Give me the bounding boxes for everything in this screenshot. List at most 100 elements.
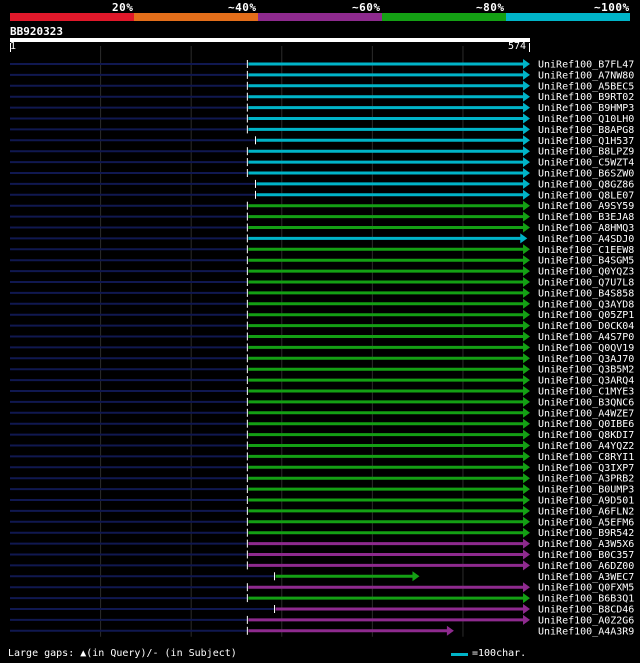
hit-label[interactable]: UniRef100_Q0YQZ3 [538, 267, 634, 278]
hit-row[interactable]: UniRef100_A7NW80 [10, 69, 634, 82]
hit-row[interactable]: UniRef100_Q0YQZ3 [10, 266, 634, 278]
hit-row[interactable]: UniRef100_C5WZT4 [10, 157, 634, 169]
hit-label[interactable]: UniRef100_B0UMP3 [538, 485, 634, 496]
hit-row[interactable]: UniRef100_Q05ZP1 [10, 309, 634, 322]
hit-row[interactable]: UniRef100_B6B3Q1 [10, 593, 634, 605]
hit-label[interactable]: UniRef100_B3EJA8 [538, 212, 634, 223]
hit-label[interactable]: UniRef100_A9SY59 [538, 201, 634, 212]
hit-row[interactable]: UniRef100_Q7U7L8 [10, 277, 634, 289]
hit-label[interactable]: UniRef100_Q05ZP1 [538, 310, 634, 321]
hit-label[interactable]: UniRef100_A3W5X6 [538, 539, 634, 550]
hit-label[interactable]: UniRef100_Q8GZ86 [538, 179, 634, 190]
hit-label[interactable]: UniRef100_A0Z2G6 [538, 615, 634, 626]
hit-row[interactable]: UniRef100_D0CK04 [10, 320, 634, 333]
hit-label[interactable]: UniRef100_Q8KDI7 [538, 430, 634, 441]
hit-row[interactable]: UniRef100_A4A3R9 [10, 625, 634, 638]
hit-row[interactable]: UniRef100_A9D501 [10, 495, 634, 507]
hit-label[interactable]: UniRef100_A3WEC7 [538, 572, 634, 583]
hit-label[interactable]: UniRef100_A7NW80 [538, 70, 634, 81]
hit-label[interactable]: UniRef100_C8RYI1 [538, 452, 634, 463]
hit-row[interactable]: UniRef100_C1EEW8 [10, 244, 634, 256]
hit-row[interactable]: UniRef100_A5BEC5 [10, 80, 634, 93]
hit-label[interactable]: UniRef100_Q3B5M2 [538, 365, 634, 376]
hit-label[interactable]: UniRef100_A4S7P0 [538, 332, 634, 343]
hit-row[interactable]: UniRef100_Q0FXM5 [10, 582, 634, 594]
hit-row[interactable]: UniRef100_B8LPZ9 [10, 146, 634, 158]
hit-label[interactable]: UniRef100_B0C357 [538, 550, 634, 561]
hit-label[interactable]: UniRef100_B9RT02 [538, 92, 634, 103]
hit-row[interactable]: UniRef100_A4YQZ2 [10, 440, 634, 453]
hit-row[interactable]: UniRef100_A4WZE7 [10, 407, 634, 420]
hit-label[interactable]: UniRef100_C5WZT4 [538, 158, 634, 169]
hit-row[interactable]: UniRef100_C8RYI1 [10, 451, 634, 463]
hit-label[interactable]: UniRef100_B4SGM5 [538, 256, 634, 267]
hit-label[interactable]: UniRef100_Q10LH0 [538, 114, 634, 125]
hit-label[interactable]: UniRef100_A6DZ00 [538, 561, 634, 572]
hit-label[interactable]: UniRef100_B6SZW0 [538, 169, 634, 180]
hit-label[interactable]: UniRef100_Q7U7L8 [538, 278, 634, 289]
hit-label[interactable]: UniRef100_D0CK04 [538, 321, 634, 332]
hit-label[interactable]: UniRef100_B3QNC6 [538, 397, 634, 408]
hit-row[interactable]: UniRef100_B9RT02 [10, 91, 634, 104]
hit-row[interactable]: UniRef100_B9R542 [10, 527, 634, 540]
hit-label[interactable]: UniRef100_A8HMQ3 [538, 223, 634, 234]
hit-label[interactable]: UniRef100_Q3ARQ4 [538, 376, 634, 387]
hit-row[interactable]: UniRef100_Q8LE07 [10, 189, 634, 202]
hit-label[interactable]: UniRef100_A5EFM6 [538, 517, 634, 528]
hit-label[interactable]: UniRef100_B8LPZ9 [538, 147, 634, 158]
hit-label[interactable]: UniRef100_B8APG8 [538, 125, 634, 136]
hit-label[interactable]: UniRef100_A5BEC5 [538, 81, 634, 92]
hit-label[interactable]: UniRef100_A4WZE7 [538, 408, 634, 419]
hit-row[interactable]: UniRef100_B9HMP3 [10, 102, 634, 115]
hit-label[interactable]: UniRef100_Q8LE07 [538, 190, 634, 201]
hit-row[interactable]: UniRef100_A4SDJ0 [10, 233, 634, 245]
hit-row[interactable]: UniRef100_Q3IXP7 [10, 462, 634, 474]
hit-row[interactable]: UniRef100_C1MYE3 [10, 386, 634, 398]
hit-label[interactable]: UniRef100_Q3AJ70 [538, 354, 634, 365]
hit-label[interactable]: UniRef100_Q1H537 [538, 136, 634, 147]
hit-row[interactable]: UniRef100_Q3AJ70 [10, 353, 634, 365]
hit-label[interactable]: UniRef100_A4SDJ0 [538, 234, 634, 245]
hit-row[interactable]: UniRef100_Q8KDI7 [10, 429, 634, 442]
hit-row[interactable]: UniRef100_B8CD46 [10, 604, 634, 616]
hit-row[interactable]: UniRef100_A6FLN2 [10, 505, 634, 518]
hit-row[interactable]: UniRef100_B4S858 [10, 287, 634, 300]
hit-row[interactable]: UniRef100_Q10LH0 [10, 113, 634, 126]
hit-row[interactable]: UniRef100_B6SZW0 [10, 168, 634, 180]
hit-row[interactable]: UniRef100_A4S7P0 [10, 331, 634, 344]
hit-row[interactable]: UniRef100_Q0QV19 [10, 342, 634, 354]
hit-row[interactable]: UniRef100_Q0IBE6 [10, 418, 634, 431]
hit-label[interactable]: UniRef100_A3PRB2 [538, 474, 634, 485]
hit-row[interactable]: UniRef100_B3EJA8 [10, 211, 634, 224]
hit-label[interactable]: UniRef100_B9R542 [538, 528, 634, 539]
hit-label[interactable]: UniRef100_A9D501 [538, 496, 634, 507]
hit-label[interactable]: UniRef100_Q0FXM5 [538, 583, 634, 594]
hit-row[interactable]: UniRef100_A0Z2G6 [10, 614, 634, 627]
hit-label[interactable]: UniRef100_A6FLN2 [538, 506, 634, 517]
hit-row[interactable]: UniRef100_Q3B5M2 [10, 364, 634, 376]
hit-row[interactable]: UniRef100_B0UMP3 [10, 484, 634, 496]
hit-row[interactable]: UniRef100_Q3AYD8 [10, 298, 634, 311]
hit-label[interactable]: UniRef100_Q0QV19 [538, 343, 634, 354]
hit-row[interactable]: UniRef100_Q3ARQ4 [10, 375, 634, 387]
hit-row[interactable]: UniRef100_A6DZ00 [10, 560, 634, 572]
hit-label[interactable]: UniRef100_C1EEW8 [538, 245, 634, 256]
hit-row[interactable]: UniRef100_B0C357 [10, 549, 634, 562]
hit-label[interactable]: UniRef100_A4A3R9 [538, 626, 634, 637]
hit-label[interactable]: UniRef100_A4YQZ2 [538, 441, 634, 452]
hit-label[interactable]: UniRef100_B9HMP3 [538, 103, 634, 114]
hit-row[interactable]: UniRef100_A3PRB2 [10, 473, 634, 485]
hit-label[interactable]: UniRef100_C1MYE3 [538, 387, 634, 398]
hit-label[interactable]: UniRef100_B8CD46 [538, 605, 634, 616]
hit-row[interactable]: UniRef100_A3WEC7 [10, 571, 634, 583]
hit-label[interactable]: UniRef100_B7FL47 [538, 60, 634, 71]
hit-label[interactable]: UniRef100_Q0IBE6 [538, 419, 634, 430]
hit-label[interactable]: UniRef100_Q3IXP7 [538, 463, 634, 474]
hit-row[interactable]: UniRef100_Q1H537 [10, 135, 634, 147]
hit-row[interactable]: UniRef100_B4SGM5 [10, 255, 634, 267]
hit-row[interactable]: UniRef100_A3W5X6 [10, 538, 634, 551]
hit-row[interactable]: UniRef100_B7FL47 [10, 59, 634, 71]
hit-row[interactable]: UniRef100_A9SY59 [10, 200, 634, 213]
hit-row[interactable]: UniRef100_A8HMQ3 [10, 222, 634, 235]
hit-row[interactable]: UniRef100_Q8GZ86 [10, 178, 634, 191]
